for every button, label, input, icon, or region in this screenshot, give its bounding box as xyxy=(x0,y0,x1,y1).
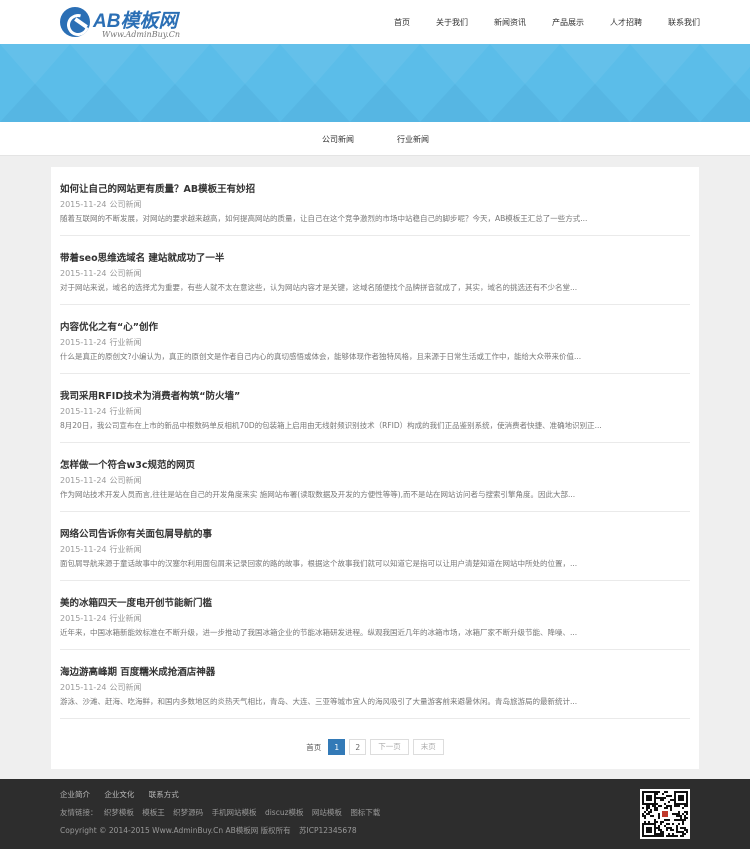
news-summary: 作为网站技术开发人员而言,往往是站在自己的开发角度来实 施网站布署(读取数据及开… xyxy=(60,490,576,499)
news-summary: 什么是真正的原创文?小编认为，真正的原创文是作者自己内心的真切感悟或体会，能够体… xyxy=(60,352,582,361)
news-meta: 2015-11-24 公司新闻 xyxy=(60,475,142,486)
site-logo[interactable]: AB模板网 Www.AdminBuy.Cn xyxy=(60,5,200,41)
friend-link[interactable]: 手机网站模板 xyxy=(212,808,257,817)
page-next[interactable]: 下一页 xyxy=(370,739,409,755)
news-date: 2015-11-24 xyxy=(60,683,107,692)
qr-code xyxy=(640,789,690,839)
tab-company-news[interactable]: 公司新闻 xyxy=(322,134,354,145)
news-item: 内容优化之有“心”创作 2015-11-24 行业新闻什么是真正的原创文?小编认为，… xyxy=(60,305,690,374)
news-date: 2015-11-24 xyxy=(60,545,107,554)
news-meta: 2015-11-24 行业新闻 xyxy=(60,406,142,417)
news-meta: 2015-11-24 公司新闻 xyxy=(60,268,142,279)
logo-subtitle: Www.AdminBuy.Cn xyxy=(102,30,181,39)
news-category: 公司新闻 xyxy=(109,683,142,692)
nav-products[interactable]: 产品展示 xyxy=(552,17,584,28)
nav-home[interactable]: 首页 xyxy=(394,17,410,28)
news-category: 行业新闻 xyxy=(109,407,142,416)
footer-links: 企业简介 企业文化 联系方式 xyxy=(60,789,191,800)
news-summary: 随着互联网的不断发展，对网站的要求越来越高，如何提高网站的质量，让自己在这个竞争… xyxy=(60,214,588,223)
nav-contact[interactable]: 联系我们 xyxy=(668,17,700,28)
news-meta: 2015-11-24 行业新闻 xyxy=(60,337,142,348)
news-category: 行业新闻 xyxy=(109,545,142,554)
copyright-text: Copyright © 2014-2015 Www.AdminBuy.Cn AB… xyxy=(60,826,291,835)
news-summary: 游泳、沙滩、赶海、吃海鲜，和国内多数地区的炎热天气相比，青岛、大连、三亚等城市宜… xyxy=(60,697,578,706)
news-item: 我司采用RFID技术为消费者构筑“防火墙” 2015-11-24 行业新闻 8月20日… xyxy=(60,374,690,443)
friend-link[interactable]: 网站模板 xyxy=(312,808,342,817)
main-nav: 首页 关于我们 新闻资讯 产品展示 人才招聘 联系我们 xyxy=(368,0,700,44)
news-item: 如何让自己的网站更有质量？AB模板王有妙招 2015-11-24 公司新闻随着互联网… xyxy=(60,167,690,236)
tab-industry-news[interactable]: 行业新闻 xyxy=(397,134,429,145)
nav-about[interactable]: 关于我们 xyxy=(436,17,468,28)
friend-link[interactable]: 织梦模板 xyxy=(104,808,134,817)
news-summary: 对于网站来说，域名的选择尤为重要，有些人就不太在意这些，认为网站内容才是关键，这… xyxy=(60,283,578,292)
news-list-card: 如何让自己的网站更有质量？AB模板王有妙招 2015-11-24 公司新闻 随着互联网… xyxy=(51,167,699,769)
news-meta: 2015-11-24 行业新闻 xyxy=(60,613,142,624)
page-last[interactable]: 末页 xyxy=(412,739,444,755)
friend-link[interactable]: 织梦源码 xyxy=(173,808,203,817)
news-title[interactable]: 海边游高峰期 百度糯米成抢酒店神器 xyxy=(60,664,215,678)
news-item: 美的冰箱四天一度电开创节能新门槛 2015-11-24 行业新闻近年来，中国冰箱新能… xyxy=(60,581,690,650)
news-meta: 2015-11-24 公司新闻 xyxy=(60,199,142,210)
footer-link-culture[interactable]: 企业文化 xyxy=(104,790,134,799)
qr-code-icon xyxy=(640,789,690,839)
news-date: 2015-11-24 xyxy=(60,614,107,623)
footer-link-contact[interactable]: 联系方式 xyxy=(149,790,179,799)
news-category: 公司新闻 xyxy=(109,269,142,278)
page-1[interactable]: 1 xyxy=(328,739,346,755)
friend-links-label: 友情链接： xyxy=(60,808,98,817)
news-date: 2015-11-24 xyxy=(60,407,107,416)
friend-link[interactable]: 模板王 xyxy=(142,808,165,817)
news-title[interactable]: 如何让自己的网站更有质量？AB模板王有妙招 xyxy=(60,181,255,195)
page-2[interactable]: 2 xyxy=(349,739,367,755)
news-meta: 2015-11-24 公司新闻 xyxy=(60,682,142,693)
banner xyxy=(0,44,750,122)
news-category: 公司新闻 xyxy=(109,200,142,209)
news-item: 怎样做一个符合w3c规范的网页 2015-11-24 公司新闻作为网站技术开发人员而… xyxy=(60,443,690,512)
news-category: 行业新闻 xyxy=(109,614,142,623)
news-date: 2015-11-24 xyxy=(60,269,107,278)
news-title[interactable]: 内容优化之有“心”创作 xyxy=(60,319,158,333)
news-item: 网络公司告诉你有关面包屑导航的事 2015-11-24 行业新闻面包屑导航来源于童话… xyxy=(60,512,690,581)
news-item: 海边游高峰期 百度糯米成抢酒店神器 2015-11-24 公司新闻游泳、沙滩、赶海、… xyxy=(60,650,690,719)
page-first[interactable]: 首页 xyxy=(306,742,321,753)
friend-links: 友情链接： 织梦模板 模板王 织梦源码 手机网站模板 discuz模板 网站模板… xyxy=(60,807,386,818)
category-tabs: 公司新闻 行业新闻 xyxy=(0,122,750,156)
friend-link[interactable]: discuz模板 xyxy=(265,808,304,817)
logo-title: AB模板网 xyxy=(93,11,178,32)
news-title[interactable]: 网络公司告诉你有关面包屑导航的事 xyxy=(60,526,212,540)
pagination: 首页 1 2 下一页 末页 xyxy=(51,739,699,755)
news-summary: 面包屑导航来源于童话故事中的汉塞尔利用面包屑来记录回家的路的故事，根据这个故事我… xyxy=(60,559,578,568)
footer-link-intro[interactable]: 企业简介 xyxy=(60,790,90,799)
news-meta: 2015-11-24 行业新闻 xyxy=(60,544,142,555)
nav-jobs[interactable]: 人才招聘 xyxy=(610,17,642,28)
news-date: 2015-11-24 xyxy=(60,476,107,485)
news-title[interactable]: 我司采用RFID技术为消费者构筑“防火墙” xyxy=(60,388,240,402)
copyright: Copyright © 2014-2015 Www.AdminBuy.Cn AB… xyxy=(60,825,363,836)
news-category: 行业新闻 xyxy=(109,338,142,347)
news-date: 2015-11-24 xyxy=(60,200,107,209)
news-date: 2015-11-24 xyxy=(60,338,107,347)
nav-news[interactable]: 新闻资讯 xyxy=(494,17,526,28)
news-title[interactable]: 美的冰箱四天一度电开创节能新门槛 xyxy=(60,595,212,609)
news-item: 带着seo思维选域名 建站就成功了一半 2015-11-24 公司新闻对于网站来说，… xyxy=(60,236,690,305)
friend-link[interactable]: 图标下载 xyxy=(350,808,380,817)
banner-pattern xyxy=(0,44,750,122)
icp-number: 苏ICP12345678 xyxy=(299,826,357,835)
site-footer: 企业简介 企业文化 联系方式 友情链接： 织梦模板 模板王 织梦源码 手机网站模… xyxy=(0,779,750,849)
news-summary: 近年来，中国冰箱新能效标准在不断升级，进一步推动了我国冰箱企业的节能冰箱研发进程… xyxy=(60,628,578,637)
news-summary: 8月20日，我公司宣布在上市的新品中根数码单反相机70D的包装箱上启用由无线射频… xyxy=(60,421,602,430)
site-header: AB模板网 Www.AdminBuy.Cn 首页 关于我们 新闻资讯 产品展示 … xyxy=(0,0,750,44)
news-title[interactable]: 怎样做一个符合w3c规范的网页 xyxy=(60,457,195,471)
news-category: 公司新闻 xyxy=(109,476,142,485)
news-title[interactable]: 带着seo思维选域名 建站就成功了一半 xyxy=(60,250,224,264)
logo-mark-icon xyxy=(60,7,90,37)
